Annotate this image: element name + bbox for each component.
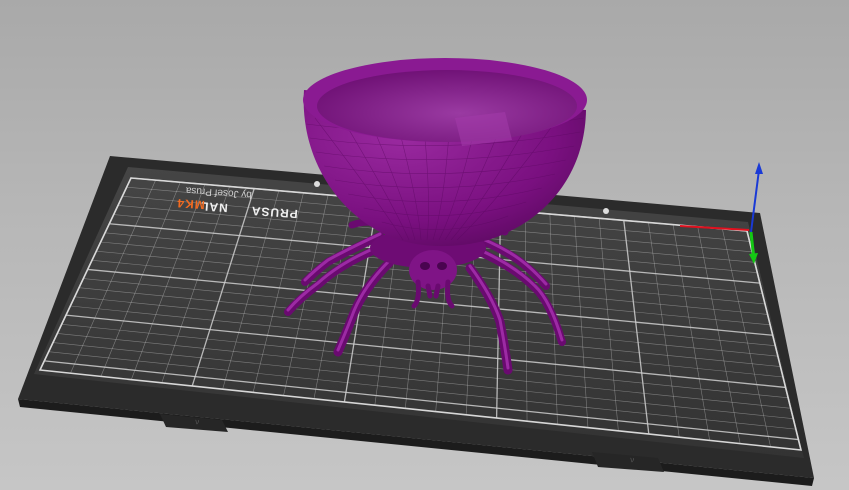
- spider-eye: [437, 262, 447, 270]
- sheet-hole: [314, 181, 320, 187]
- bowl-inner-highlight: [455, 112, 512, 146]
- svg-text:ν: ν: [630, 455, 635, 464]
- svg-text:ν: ν: [195, 417, 200, 426]
- 3d-viewport[interactable]: ν ν NAL PRUSA MK4 by Josef Prusa: [0, 0, 849, 490]
- spider-eye: [420, 262, 430, 270]
- sheet-hole: [603, 208, 609, 214]
- bed-logo-model: MK4: [176, 196, 205, 212]
- z-axis-arrow: [755, 162, 763, 174]
- bowl-interior: [317, 70, 577, 142]
- scene-canvas[interactable]: ν ν NAL PRUSA MK4 by Josef Prusa: [0, 0, 849, 490]
